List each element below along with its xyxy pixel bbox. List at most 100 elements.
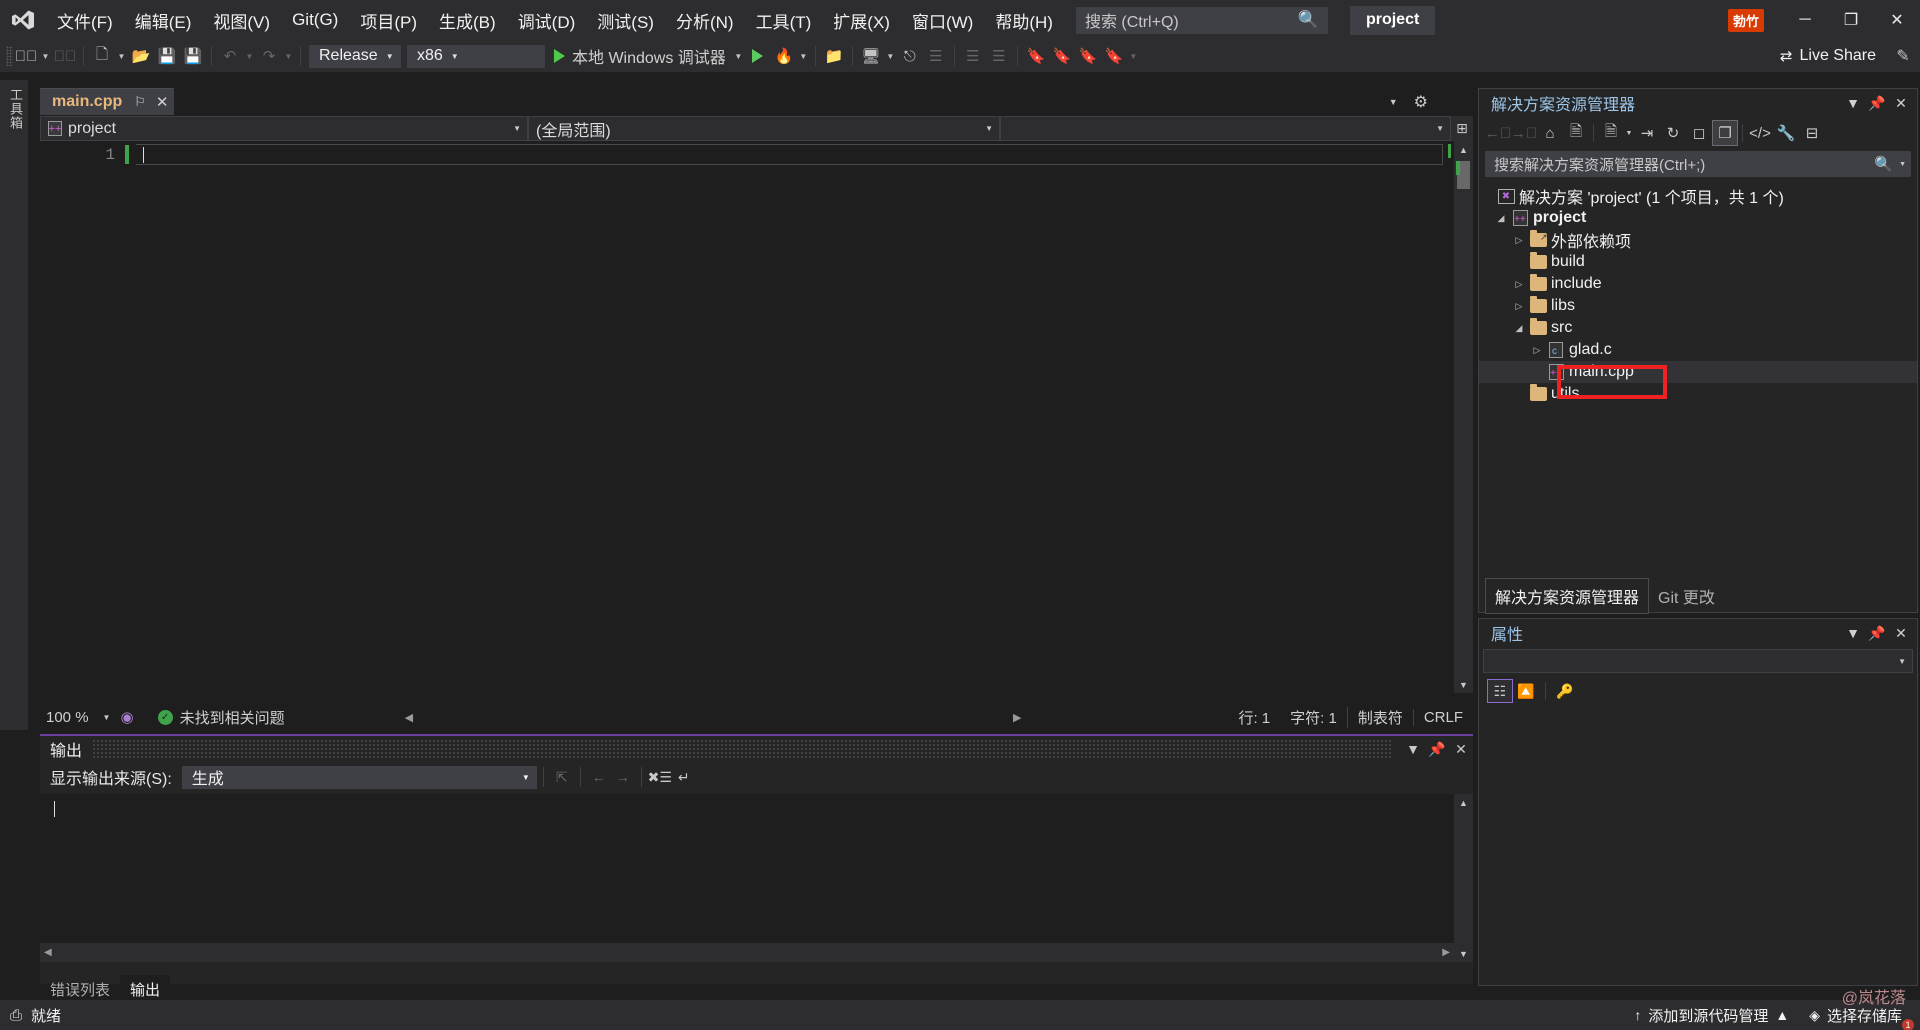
solution-name-chip[interactable]: project — [1349, 5, 1436, 35]
indent-icon[interactable]: ☰ — [986, 43, 1012, 69]
new-project-dropdown-icon[interactable]: ▼ — [115, 43, 128, 69]
chevron-down-icon[interactable]: ▼ — [1380, 97, 1407, 107]
editor-vertical-scrollbar[interactable]: ▲ ▼ — [1454, 141, 1473, 693]
tree-expander[interactable]: ▷ — [1511, 301, 1527, 312]
toolbar-overflow-icon[interactable]: ▼ — [1127, 43, 1140, 69]
chevron-down-icon[interactable]: ▼ — [1899, 161, 1906, 168]
properties-window-icon[interactable]: ❐ — [1712, 120, 1738, 146]
send-feedback-icon[interactable]: ✎ — [1886, 43, 1920, 69]
redo-dropdown-icon[interactable]: ▼ — [282, 43, 295, 69]
navigate-back-icon[interactable]: ◀⃝ — [13, 43, 39, 69]
output-source-combo[interactable]: 生成 ▼ — [181, 765, 537, 789]
toolbox-strip[interactable]: 工具箱 — [0, 80, 28, 730]
chevron-down-icon[interactable]: ▼ — [1841, 91, 1865, 115]
issues-indicator[interactable]: ✓ 未找到相关问题 — [157, 707, 285, 728]
scroll-down-icon[interactable]: ▼ — [1454, 676, 1473, 693]
code-editor-surface[interactable]: 1 ▲ ▼ — [40, 141, 1473, 693]
toggle-word-wrap-icon[interactable]: ↵ — [672, 765, 696, 789]
editor-tab-main-cpp[interactable]: main.cpp ⚐ ✕ — [40, 88, 175, 115]
open-file-icon[interactable]: 📂 — [128, 43, 154, 69]
properties-object-combo[interactable]: ▼ — [1483, 649, 1913, 673]
chevron-down-icon[interactable]: ▼ — [1841, 621, 1865, 645]
navbar-project-combo[interactable]: ++ project ▼ — [40, 116, 528, 141]
align-left-icon[interactable]: ☰ — [960, 43, 986, 69]
new-project-icon[interactable]: 🗋 — [89, 43, 115, 69]
tree-item-include[interactable]: ▷ include — [1479, 273, 1917, 295]
editor-hscroll-right-icon[interactable]: ▶ — [1013, 711, 1021, 724]
navigate-back-dropdown-icon[interactable]: ▼ — [39, 43, 52, 69]
solution-explorer-search-icon[interactable]: 📁 — [821, 43, 847, 69]
navigate-forward-icon[interactable]: ▶⃝ — [52, 43, 78, 69]
menu-item-view[interactable]: 视图(V) — [202, 0, 281, 40]
notification-badge[interactable]: 勃竹 — [1727, 8, 1764, 32]
start-debugging-button[interactable]: 本地 Windows 调试器 — [548, 43, 732, 69]
chevron-down-icon[interactable]: ▼ — [1401, 737, 1425, 761]
solution-configuration-combo[interactable]: Release ▼ — [309, 44, 401, 68]
zoom-level-combo[interactable]: 100 % ▼ — [40, 707, 110, 727]
property-pages-icon[interactable]: 🔑 — [1552, 679, 1578, 703]
menu-item-build[interactable]: 生成(B) — [428, 0, 507, 40]
menu-item-analyze[interactable]: 分析(N) — [665, 0, 745, 40]
tab-git-changes[interactable]: Git 更改 — [1649, 579, 1724, 613]
view-code-icon[interactable]: </> — [1747, 120, 1773, 146]
panel-drag-grip[interactable] — [92, 739, 1391, 759]
tree-expander[interactable]: ◢ — [1511, 323, 1527, 334]
menu-item-extensions[interactable]: 扩展(X) — [822, 0, 901, 40]
scroll-right-icon[interactable]: ▶ — [1442, 947, 1450, 958]
output-vertical-scrollbar[interactable]: ▲ ▼ — [1454, 794, 1473, 962]
indent-mode-indicator[interactable]: 制表符 — [1346, 706, 1413, 728]
close-icon[interactable]: ✕ — [1449, 737, 1473, 761]
live-preview-dropdown-icon[interactable]: ▼ — [884, 43, 897, 69]
add-to-source-control-button[interactable]: ↑ 添加到源代码管理 ▲ — [1624, 1000, 1799, 1030]
close-icon[interactable]: ✕ — [1889, 621, 1913, 645]
previous-message-icon[interactable]: ← — [587, 765, 611, 789]
start-without-debugging-icon[interactable] — [745, 43, 771, 69]
tree-item-solution[interactable]: ✖ 解决方案 'project' (1 个项目，共 1 个) — [1479, 185, 1917, 207]
previous-bookmark-icon[interactable]: 🔖 — [1049, 43, 1075, 69]
toggle-panel-icon[interactable]: ☰ — [923, 43, 949, 69]
home-icon[interactable]: ⌂ — [1537, 120, 1563, 146]
close-icon[interactable]: ✕ — [1889, 91, 1913, 115]
tab-solution-explorer[interactable]: 解决方案资源管理器 — [1485, 578, 1650, 614]
menu-item-project[interactable]: 项目(P) — [349, 0, 428, 40]
hot-reload-dropdown-icon[interactable]: ▼ — [797, 43, 810, 69]
menu-item-test[interactable]: 测试(S) — [586, 0, 665, 40]
pending-changes-icon[interactable]: 🗎 — [1563, 120, 1589, 146]
tree-expander[interactable]: ▷ — [1511, 279, 1527, 290]
tree-item-external-dependencies[interactable]: ▷ 外部依赖项 — [1479, 229, 1917, 251]
tree-item-utils[interactable]: utils — [1479, 383, 1917, 405]
split-editor-icon[interactable]: ⊞ — [1451, 116, 1473, 141]
menu-item-window[interactable]: 窗口(W) — [901, 0, 984, 40]
scroll-left-icon[interactable]: ◀ — [44, 947, 52, 958]
pin-icon[interactable]: ⚐ — [134, 94, 146, 110]
select-repository-button[interactable]: ◈ 选择存储库 1 — [1799, 1000, 1914, 1030]
save-all-icon[interactable]: 💾 — [180, 43, 206, 69]
minimize-button[interactable]: ─ — [1782, 0, 1828, 40]
next-message-icon[interactable]: → — [611, 765, 635, 789]
close-icon[interactable]: ✕ — [156, 93, 169, 111]
bookmark-icon[interactable]: 🔖 — [1023, 43, 1049, 69]
chevron-down-icon[interactable]: ▼ — [1624, 120, 1634, 146]
menu-item-debug[interactable]: 调试(D) — [507, 0, 587, 40]
scroll-down-icon[interactable]: ▼ — [1454, 945, 1473, 962]
show-all-files-icon[interactable]: 🗎 — [1598, 120, 1624, 146]
maximize-button[interactable]: ❐ — [1828, 0, 1874, 40]
start-debugging-dropdown-icon[interactable]: ▼ — [732, 43, 745, 69]
global-search-input[interactable]: 搜索 (Ctrl+Q) 🔍 — [1075, 6, 1328, 34]
clear-output-icon[interactable]: ✖☰ — [648, 765, 672, 789]
solution-explorer-search-input[interactable]: 搜索解决方案资源管理器(Ctrl+;) 🔍 ▼ — [1485, 151, 1911, 177]
tree-expander[interactable]: ◢ — [1493, 213, 1509, 224]
preview-selected-items-icon[interactable]: ⊟ — [1799, 120, 1825, 146]
clear-bookmarks-icon[interactable]: 🔖 — [1101, 43, 1127, 69]
navbar-scope-combo[interactable]: (全局范围) ▼ — [528, 116, 1000, 141]
close-button[interactable]: ✕ — [1874, 0, 1920, 40]
tree-item-build[interactable]: build — [1479, 251, 1917, 273]
tree-item-libs[interactable]: ▷ libs — [1479, 295, 1917, 317]
output-horizontal-scrollbar[interactable]: ◀ ▶ — [40, 943, 1454, 962]
tree-item-project[interactable]: ◢ ++ project — [1479, 207, 1917, 229]
collapse-pane-icon[interactable]: ◻ — [1686, 120, 1712, 146]
scroll-up-icon[interactable]: ▲ — [1454, 794, 1473, 811]
alphabetical-view-icon[interactable]: 🔼 — [1513, 679, 1539, 703]
undo-dropdown-icon[interactable]: ▼ — [243, 43, 256, 69]
intellicode-icon[interactable]: ◉ — [120, 708, 133, 726]
